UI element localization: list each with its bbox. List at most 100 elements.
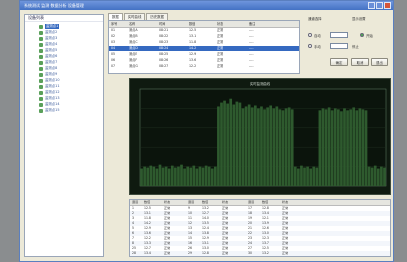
chart-bar [177, 166, 180, 186]
table-cell: 11.8 [189, 40, 197, 44]
tree-item[interactable]: 监测点13 [39, 96, 60, 101]
table-cell: ---- [249, 40, 254, 44]
tree-item[interactable]: 监测点14 [39, 102, 60, 107]
table-cell: ---- [249, 58, 254, 62]
chart-bar [244, 106, 248, 186]
table-row[interactable]: 03 测点C 08:23 11.8 正常 ---- [109, 40, 299, 45]
manual-radio[interactable] [308, 44, 312, 48]
chart-bar [376, 168, 380, 186]
chart-bar [164, 166, 168, 186]
table-row[interactable]: 28 13.4 正常 29 12.8 正常 30 13.2 正常 [130, 251, 390, 256]
chart-bar [309, 168, 312, 186]
table-row[interactable]: 01 测点A 08:21 12.5 正常 ---- [109, 28, 299, 33]
chart-bar [346, 110, 349, 186]
tree-item[interactable]: 监测点3 [39, 36, 57, 41]
chart-bar [189, 167, 193, 186]
auto-radio[interactable] [308, 33, 312, 37]
device-icon [39, 54, 43, 59]
chart-bar [214, 166, 217, 186]
chart-bar [373, 165, 377, 186]
chart-bar [257, 108, 260, 186]
tree-item-label: 监测点12 [45, 90, 60, 94]
chart-bar [266, 107, 269, 186]
table-row[interactable]: 05 测点E 08:25 12.9 正常 ---- [109, 52, 299, 57]
column-header[interactable]: 通道 [248, 200, 254, 205]
table-cell: 06 [111, 58, 116, 62]
chart-bar [337, 109, 340, 186]
column-header[interactable]: 通道 [132, 200, 138, 205]
table-row[interactable]: 06 测点F 08:26 13.6 正常 ---- [109, 58, 299, 63]
column-header[interactable]: 序号 [111, 21, 117, 27]
plot-area [139, 88, 387, 187]
maximize-button[interactable] [376, 2, 383, 9]
tree-item-label: 监测点5 [45, 48, 58, 52]
column-header[interactable]: 时间 [159, 21, 165, 27]
tree-item[interactable]: 监测点7 [39, 60, 57, 65]
tree-item-label: 监测点4 [45, 42, 58, 46]
column-header[interactable]: 状态 [282, 200, 288, 205]
column-header[interactable]: 备注 [249, 21, 255, 27]
column-header[interactable]: 名称 [129, 21, 135, 27]
tree-item-label: 监测点10 [45, 78, 60, 82]
chart-bar [315, 167, 319, 186]
chart-bar [186, 166, 189, 186]
column-header[interactable]: 通道 [188, 200, 194, 205]
tree-item[interactable]: 监测点4 [39, 42, 57, 47]
start-toggle[interactable] [330, 32, 348, 38]
start-label: 开始 [366, 34, 373, 38]
table-cell: 正常 [222, 251, 229, 255]
column-header[interactable]: 数值 [202, 200, 208, 205]
chart-bar [364, 110, 368, 186]
exit-button[interactable]: 退出 [371, 58, 388, 66]
tree-item[interactable]: 监测点9 [39, 72, 57, 77]
column-header[interactable]: 数值 [189, 21, 195, 27]
chart-bar [287, 107, 291, 186]
chart-bar [321, 108, 325, 186]
chart-bar [312, 166, 316, 186]
chart-bar [204, 165, 208, 186]
table-cell: 测点C [129, 40, 138, 44]
tree-item[interactable]: 监测点15 [39, 108, 60, 113]
table-row[interactable]: 02 测点B 08:22 13.1 正常 ---- [109, 34, 299, 39]
tree-item[interactable]: 监测点11 [39, 84, 60, 89]
tree-item[interactable]: 监测点12 [39, 90, 60, 95]
close-button[interactable] [384, 2, 391, 9]
chart-bar [180, 164, 183, 186]
chart-bar [226, 103, 229, 186]
column-header[interactable]: 数值 [262, 200, 268, 205]
tree-item[interactable]: 监测点10 [39, 78, 60, 83]
tree-item[interactable]: 监测点8 [39, 66, 57, 71]
column-header[interactable]: 数值 [144, 200, 150, 205]
tree-item[interactable]: 监测点5 [39, 48, 57, 53]
table-row[interactable]: 04 测点D 08:24 14.2 正常 ---- [109, 46, 299, 51]
monitor-chart: 实时监测曲线 [129, 78, 391, 195]
column-header[interactable]: 状态 [217, 21, 223, 27]
cancel-button[interactable]: 取消 [351, 58, 369, 66]
tree-item[interactable]: 监测点2 [39, 30, 57, 35]
chart-bar [247, 104, 251, 186]
device-tree: 设备列表 监测点1 监测点2 监测点3 监测点4 监测点5 监测点6 监测点7 监测点8 监测点… [24, 14, 104, 257]
chart-bar [361, 109, 365, 186]
table-cell: 测点E [129, 52, 138, 56]
chart-bar [263, 109, 266, 186]
device-icon [39, 36, 43, 41]
chart-bar [146, 167, 150, 186]
column-header[interactable]: 状态 [222, 200, 228, 205]
table-cell: 04 [111, 46, 116, 50]
chart-bar [324, 109, 328, 186]
tree-item[interactable]: 监测点1 [39, 24, 60, 29]
chart-bar [297, 168, 300, 186]
chart-bar [333, 108, 337, 186]
minimize-button[interactable] [368, 2, 375, 9]
table-row[interactable]: 07 测点G 08:27 12.2 正常 ---- [109, 64, 299, 69]
chart-bar [318, 110, 322, 186]
chart-bar [306, 166, 309, 186]
chart-bar [207, 166, 211, 186]
column-header[interactable]: 状态 [164, 200, 170, 205]
device-icon [39, 42, 43, 47]
tree-item[interactable]: 监测点6 [39, 54, 57, 59]
stop-toggle[interactable] [330, 43, 348, 49]
confirm-button[interactable]: 确定 [330, 58, 348, 66]
table-cell: 13.2 [262, 251, 269, 255]
table-cell: 13.4 [144, 251, 151, 255]
